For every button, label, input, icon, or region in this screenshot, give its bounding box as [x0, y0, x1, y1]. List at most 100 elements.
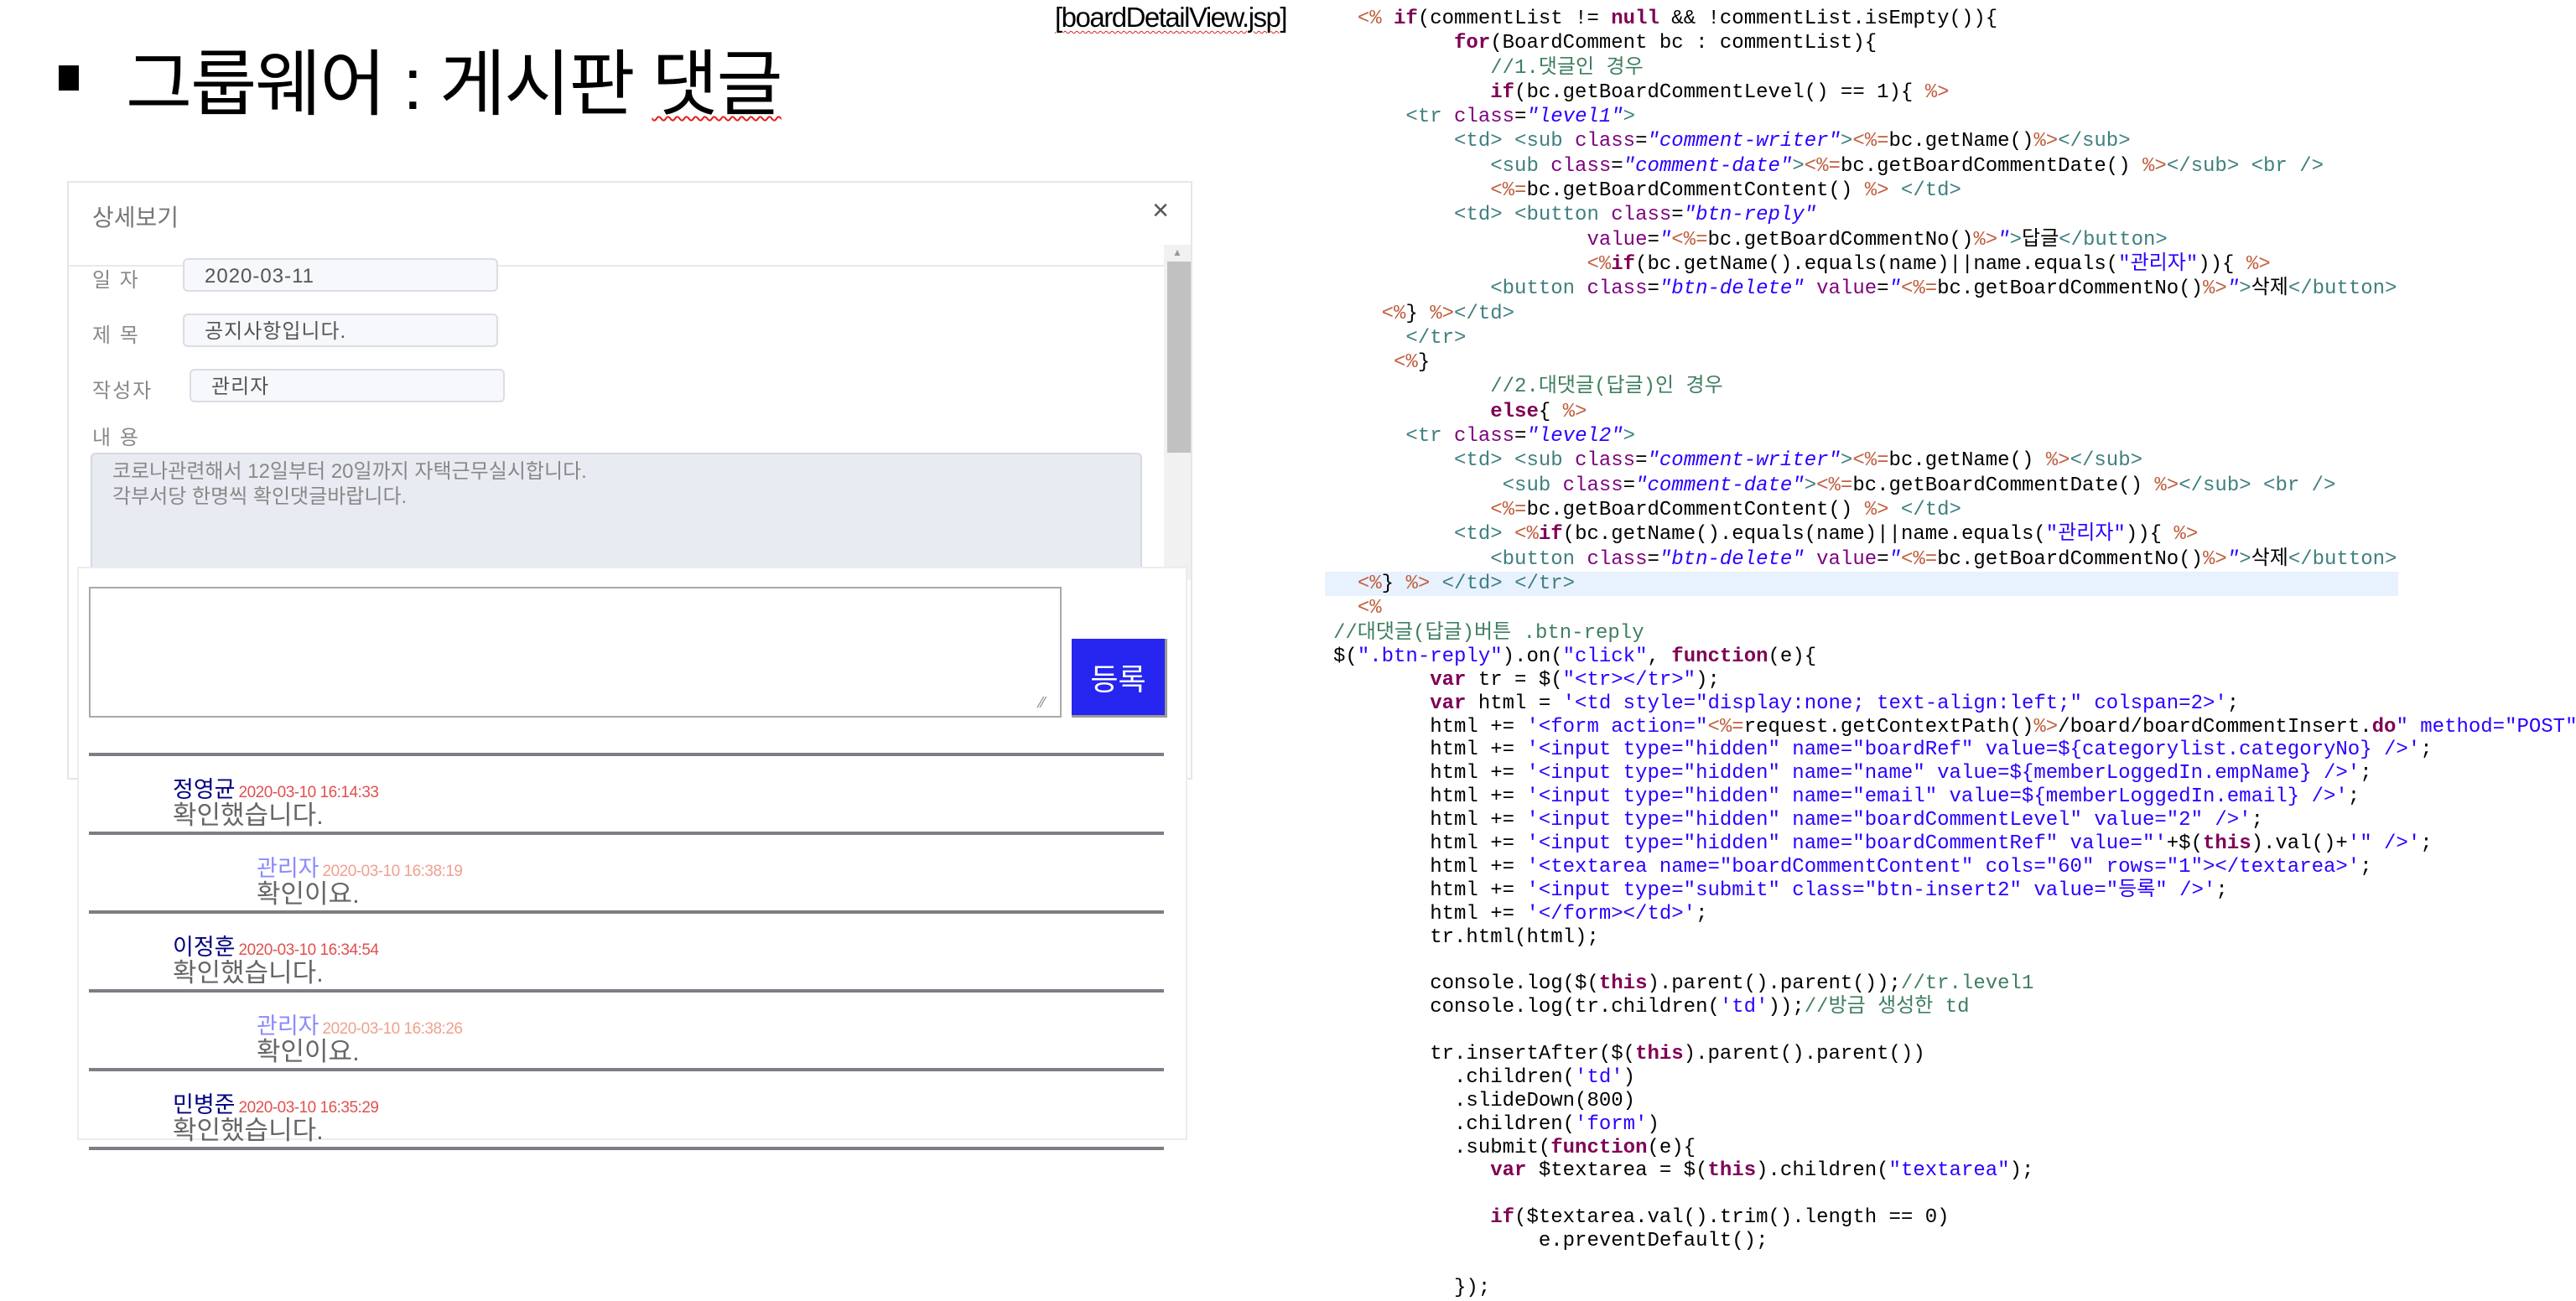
comment-item: 민병준 2020-03-10 16:35:29 확인했습니다. — [89, 1068, 1164, 1150]
content-line: 각부서당 한명씩 확인댓글바랍니다. — [112, 485, 408, 508]
code-token: 'td' — [1575, 1065, 1623, 1089]
code-token: class — [1575, 130, 1636, 153]
code-token: "click" — [1562, 645, 1648, 668]
code-token: %> — [1864, 179, 1889, 203]
code-line: <% if(commentList != null && !commentLis… — [1333, 7, 2398, 31]
comment-submit-button[interactable]: 등록 — [1072, 639, 1167, 718]
code-token: ; — [2215, 879, 2228, 902]
code-token: (bc.getName().equals(name)||name.equals( — [1562, 523, 2046, 547]
code-line: html += '<input type="hidden" name="boar… — [1333, 739, 2576, 762]
code-token: </sub> <br /> — [2166, 154, 2324, 178]
code-token: null — [1611, 8, 1659, 30]
code-token: " — [2226, 547, 2240, 571]
code-token: ; — [2251, 809, 2263, 832]
code-token: <%= — [1804, 154, 1841, 178]
code-line: else{ %> — [1333, 400, 2398, 424]
content-label: 내 용 — [92, 427, 140, 449]
code-token: bc.getName() — [1888, 449, 2046, 473]
code-token: <% — [1357, 572, 1382, 595]
close-icon[interactable]: × — [1152, 194, 1169, 227]
code-token: "관리자" — [2118, 252, 2199, 276]
code-line: //대댓글(답글)버튼 .btn-reply — [1333, 622, 2576, 645]
comment-item: 정영균 2020-03-10 16:14:33 확인했습니다. — [89, 753, 1164, 832]
code-token: = — [1877, 277, 1889, 301]
comment-date: 2020-03-10 16:34:54 — [238, 941, 379, 959]
code-token: html += — [1333, 855, 1527, 879]
code-token: <% — [1381, 302, 1406, 325]
code-token: = — [1623, 474, 1636, 497]
code-token: var — [1490, 1159, 1527, 1183]
code-token: )); — [1768, 996, 1805, 1019]
code-token: " method="POST">' — [2396, 715, 2576, 739]
comment-body: 민병준 2020-03-10 16:35:29 확인했습니다. — [173, 1086, 379, 1143]
code-token: %> — [1864, 498, 1889, 521]
code-token: </td> </tr> — [1430, 572, 1576, 595]
code-token: <%= — [1900, 277, 1938, 301]
comment-date: 2020-03-10 16:14:33 — [238, 784, 379, 801]
subject-field[interactable]: 공지사항입니다. — [183, 314, 498, 347]
comment-item: 이정훈 2020-03-10 16:34:54 확인했습니다. — [89, 910, 1164, 989]
code-token: 삭제 — [2251, 277, 2288, 301]
code-token: bc.getName() — [1888, 130, 2034, 153]
code-token: (bc.getName().equals(name)||name.equals( — [1635, 252, 2119, 276]
code-line: html += '<input type="hidden" name="name… — [1333, 762, 2576, 785]
comment-date: 2020-03-10 16:38:19 — [322, 863, 463, 880]
code-token: console.log(tr.children( — [1333, 996, 1720, 1019]
code-token: > — [2239, 277, 2251, 301]
modal-header: 상세보기 × — [69, 183, 1191, 267]
code-line: var html = '<td style="display:none; tex… — [1333, 692, 2576, 716]
code-token: "btn-delete" — [1659, 547, 1805, 571]
code-line: html += '<textarea name="boardCommentCon… — [1333, 856, 2576, 879]
code-token: %> — [1562, 400, 1587, 423]
code-token: %> — [2142, 154, 2167, 178]
code-token: ).parent().parent()) — [1683, 1043, 1925, 1066]
scroll-up-arrow-icon[interactable]: ▲ — [1164, 245, 1191, 260]
comment-writer: 민병준 — [173, 1092, 236, 1117]
code-token: /board/boardCommentInsert. — [2058, 715, 2372, 739]
date-label: 일 자 — [92, 269, 140, 292]
code-token: ) — [1623, 1065, 1636, 1089]
code-token: //2.대댓글(답글)인 경우 — [1490, 376, 1723, 399]
code-token: bc.getBoardCommentDate() — [1852, 474, 2155, 497]
code-token: > — [1804, 474, 1817, 497]
code-token: > — [1792, 154, 1805, 178]
code-token: ; — [2360, 762, 2372, 785]
scrollbar-thumb[interactable] — [1167, 262, 1191, 453]
code-token: %> — [1405, 572, 1431, 595]
code-token: html += — [1333, 762, 1527, 785]
code-token: <button — [1490, 277, 1587, 301]
code-token: <%= — [1816, 474, 1853, 497]
code-token: <% — [1357, 8, 1382, 30]
code-token: } — [1405, 302, 1431, 325]
date-field[interactable]: 2020-03-11 — [183, 258, 498, 292]
code-token: "level2" — [1526, 425, 1623, 448]
code-token: tr = $( — [1466, 668, 1563, 692]
code-token: <% — [1587, 252, 1612, 276]
code-token: ; — [2360, 855, 2372, 879]
code-token: $( — [1333, 645, 1358, 668]
slide-title: 그룹웨어 : 게시판 댓글 — [126, 25, 783, 130]
writer-field[interactable]: 관리자 — [190, 369, 505, 402]
code-token: </tr> — [1405, 326, 1467, 350]
code-token: if — [1611, 252, 1636, 276]
code-token: ; — [2347, 785, 2360, 809]
scrollbar[interactable]: ▲ — [1164, 245, 1191, 580]
comment-input[interactable] — [89, 587, 1062, 718]
code-token: (e){ — [1768, 645, 1817, 668]
code-token: %> — [1924, 80, 1950, 104]
code-line: if(bc.getBoardCommentLevel() == 1){ %> — [1333, 80, 2398, 105]
code-token: value — [1816, 547, 1877, 571]
code-line: <% — [1333, 596, 2398, 620]
code-token: bc.getBoardCommentNo() — [1937, 277, 2204, 301]
comment-content: 확인했습니다. — [173, 801, 324, 830]
code-line: <td> <sub class="comment-writer"><%=bc.g… — [1333, 448, 2398, 473]
code-token: '<input type="hidden" name="name" value=… — [1526, 762, 2360, 785]
code-token: %> — [1973, 228, 1998, 251]
